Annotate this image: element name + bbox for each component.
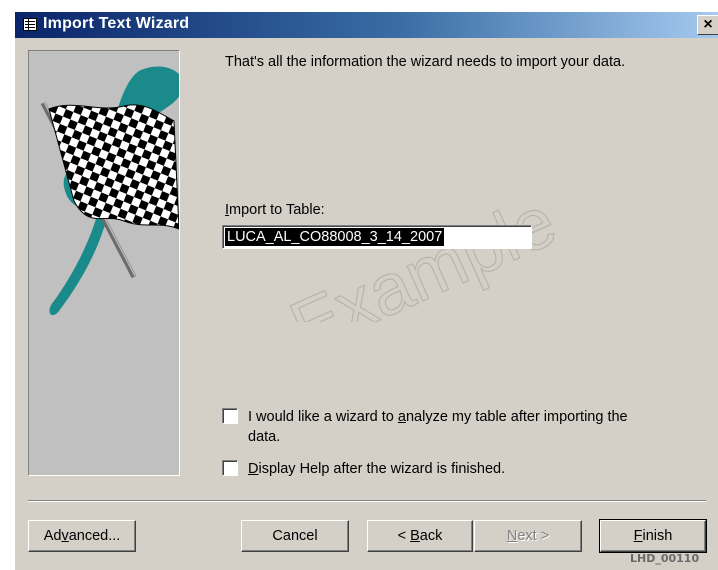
cancel-button[interactable]: Cancel xyxy=(241,520,349,552)
wizard-side-panel xyxy=(28,50,180,476)
display-help-checkbox[interactable] xyxy=(222,460,238,476)
table-name-input[interactable]: LUCA_AL_CO88008_3_14_2007 xyxy=(222,225,532,249)
checkered-flag-graphic xyxy=(40,66,179,316)
window-title: Import Text Wizard xyxy=(43,15,190,32)
import-to-table-label: Import to Table: xyxy=(225,202,325,218)
import-text-wizard-dialog: Import Text Wizard × That's all the info… xyxy=(14,11,718,570)
advanced-button[interactable]: Advanced... xyxy=(28,520,136,552)
display-help-label[interactable]: Display Help after the wizard is finishe… xyxy=(248,459,505,479)
analyze-table-label[interactable]: I would like a wizard to analyze my tabl… xyxy=(248,407,628,447)
button-separator xyxy=(28,500,706,502)
next-button[interactable]: Next > xyxy=(474,520,582,552)
close-icon: × xyxy=(703,16,713,33)
back-button[interactable]: < Back xyxy=(367,520,473,552)
finish-button[interactable]: Finish xyxy=(599,519,707,553)
close-button[interactable]: × xyxy=(697,15,718,35)
dialog-icon xyxy=(23,18,37,31)
document-footer-code: LHD_00110 xyxy=(630,552,700,565)
table-name-value: LUCA_AL_CO88008_3_14_2007 xyxy=(225,228,445,246)
info-message: That's all the information the wizard ne… xyxy=(225,54,626,70)
title-bar[interactable]: Import Text Wizard × xyxy=(15,12,718,38)
analyze-table-checkbox[interactable] xyxy=(222,408,238,424)
